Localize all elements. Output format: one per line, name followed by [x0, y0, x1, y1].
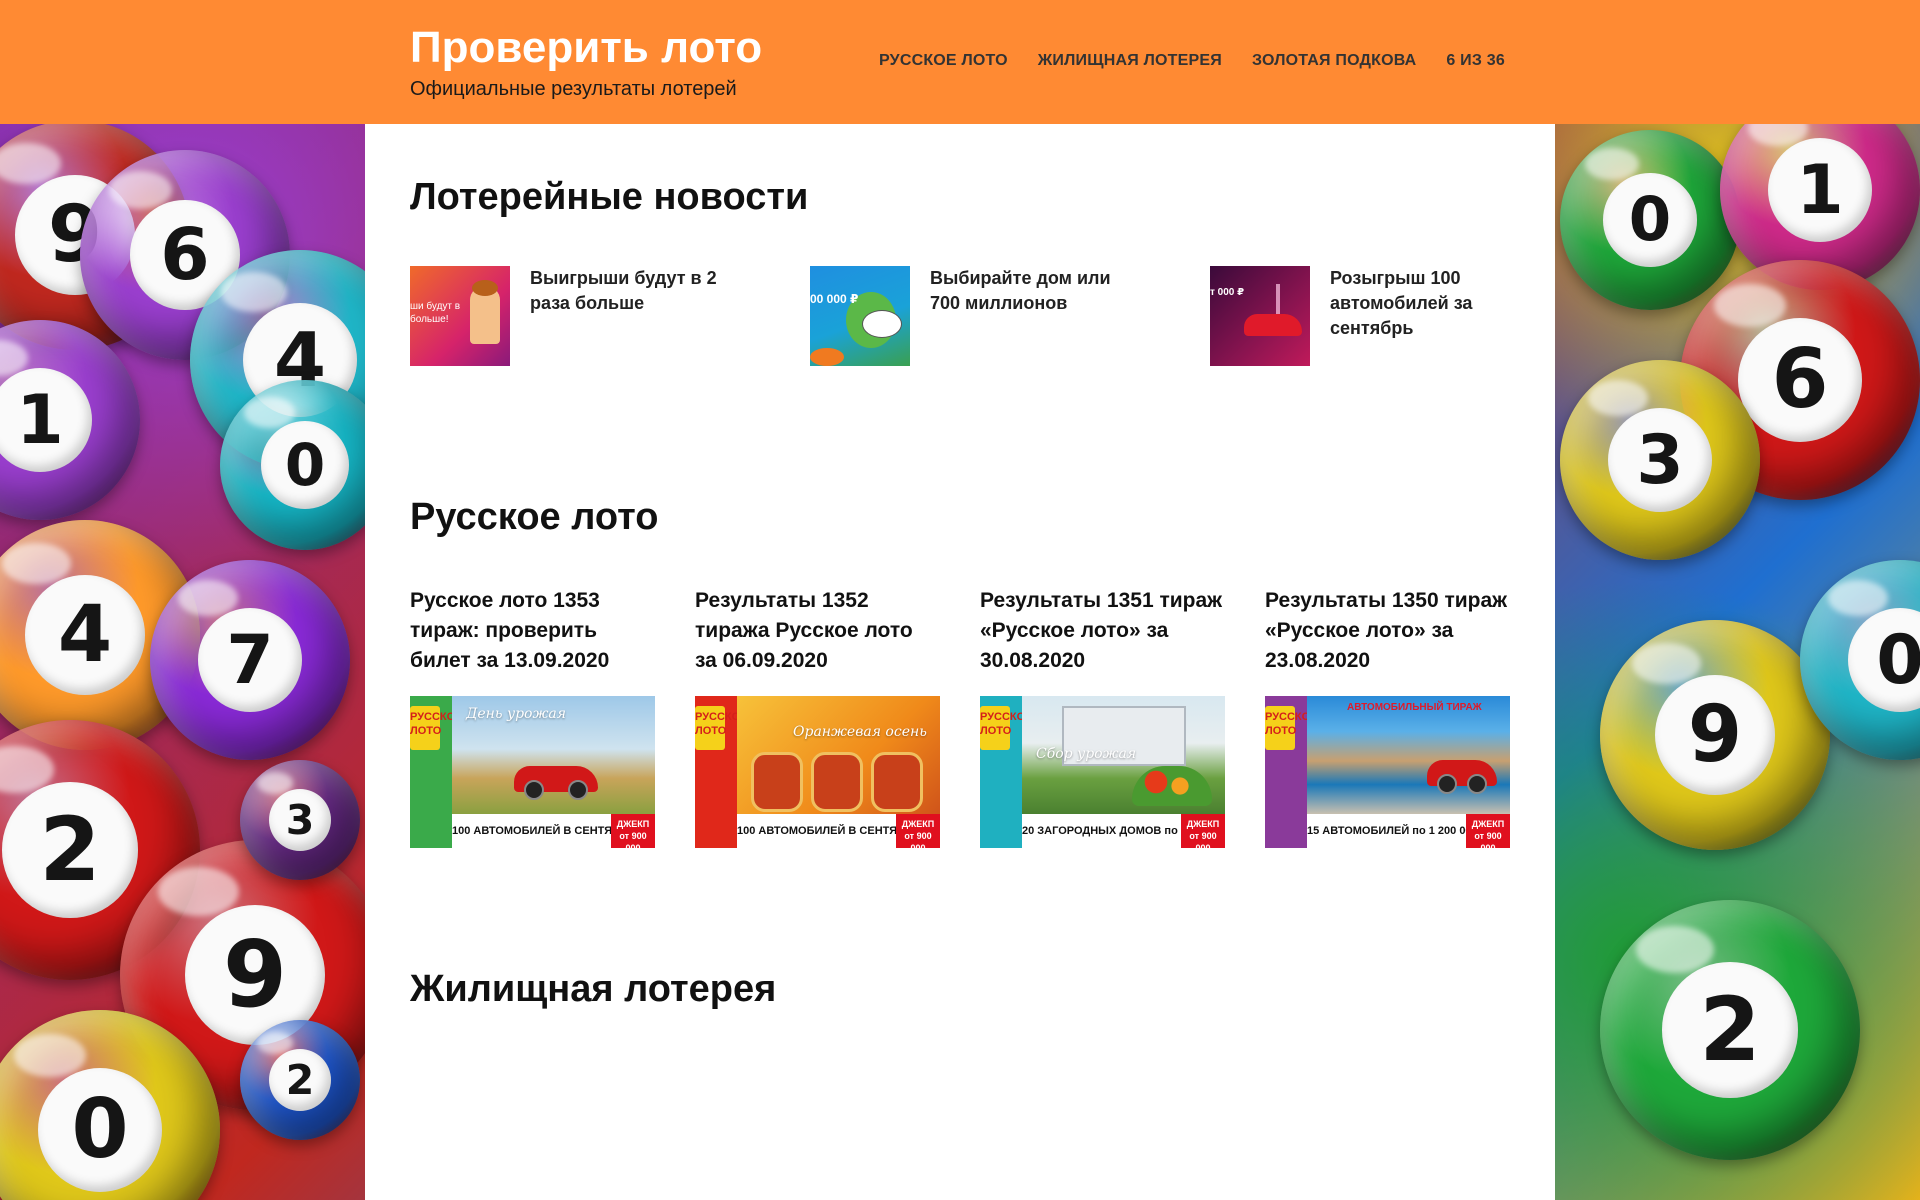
nav-item-zolotaya-podkova[interactable]: ЗОЛОТАЯ ПОДКОВА: [1252, 52, 1416, 70]
lottery-ball: 3: [240, 760, 360, 880]
russkoe-loto-heading: Русское лото: [410, 496, 659, 538]
result-card-banner[interactable]: РУССКОЕ ЛОТО День урожая 100 АВТОМОБИЛЕЙ…: [410, 696, 655, 848]
banner-script-text: День урожая: [466, 706, 567, 722]
site-subtitle: Официальные результаты лотерей: [410, 78, 737, 100]
results-cards: Русское лото 1353 тираж: проверить билет…: [410, 586, 1510, 848]
news-thumbnail-text: 00 000 ₽: [810, 292, 859, 306]
result-card[interactable]: Русское лото 1353 тираж: проверить билет…: [410, 586, 655, 848]
result-card[interactable]: Результаты 1352 тиража Русское лото за 0…: [695, 586, 940, 848]
lottery-ball: 1: [0, 320, 140, 520]
banner-script-text: Сбор урожая: [1036, 746, 1137, 762]
nav-item-6-iz-36[interactable]: 6 ИЗ 36: [1446, 52, 1505, 70]
site-title[interactable]: Проверить лото: [410, 22, 762, 74]
news-item[interactable]: ши будут в больше! Выигрыши будут в 2 ра…: [410, 266, 810, 366]
lottery-ball: 2: [1600, 900, 1860, 1160]
brand[interactable]: Проверить лото Официальные результаты ло…: [410, 22, 762, 101]
russkoe-loto-logo: РУССКОЕ ЛОТО: [980, 706, 1033, 750]
lottery-ball: 2: [240, 1020, 360, 1140]
news-thumbnail[interactable]: ши будут в больше!: [410, 266, 510, 366]
banner-caption: 15 АВТОМОБИЛЕЙ по 1 200 000 руб.: [1307, 814, 1466, 848]
lottery-ball: 3: [1560, 360, 1760, 560]
news-list: ши будут в больше! Выигрыши будут в 2 ра…: [410, 266, 1610, 366]
news-title[interactable]: Розыгрыш 100 автомобилей за сентябрь: [1330, 266, 1520, 366]
news-title[interactable]: Выбирайте дом или 700 миллионов: [930, 266, 1120, 366]
lottery-ball: 7: [150, 560, 350, 760]
russkoe-loto-logo: РУССКОЕ ЛОТО: [1265, 706, 1318, 750]
nav-item-zhilishchnaya[interactable]: ЖИЛИЩНАЯ ЛОТЕРЕЯ: [1038, 52, 1222, 70]
russkoe-loto-logo: РУССКОЕ ЛОТО: [410, 706, 463, 750]
result-card-banner[interactable]: РУССКОЕ ЛОТО Сбор урожая 20 ЗАГОРОДНЫХ Д…: [980, 696, 1225, 848]
result-card-title[interactable]: Русское лото 1353 тираж: проверить билет…: [410, 586, 655, 676]
banner-script-text: Оранжевая осень: [793, 724, 927, 740]
result-card-title[interactable]: Результаты 1351 тираж «Русское лото» за …: [980, 586, 1225, 676]
nav-item-russkoe-loto[interactable]: РУССКОЕ ЛОТО: [879, 52, 1008, 70]
result-card-banner[interactable]: РУССКОЕ ЛОТО АВТОМОБИЛЬНЫЙ ТИРАЖ 15 АВТО…: [1265, 696, 1510, 848]
news-thumbnail-text: т 000 ₽: [1210, 287, 1245, 298]
banner-caption: 100 АВТОМОБИЛЕЙ В СЕНТЯБРЕ: [737, 814, 896, 848]
site-header: Проверить лото Официальные результаты ло…: [0, 0, 1920, 124]
main-content: Лотерейные новости ши будут в больше! Вы…: [365, 124, 1555, 1200]
result-card[interactable]: Результаты 1351 тираж «Русское лото» за …: [980, 586, 1225, 848]
news-item[interactable]: т 000 ₽ Розыгрыш 100 автомобилей за сент…: [1210, 266, 1610, 366]
result-card-title[interactable]: Результаты 1350 тираж «Русское лото» за …: [1265, 586, 1510, 676]
lottery-ball: 9: [1600, 620, 1830, 850]
russkoe-loto-logo: РУССКОЕ ЛОТО: [695, 706, 748, 750]
result-card[interactable]: Результаты 1350 тираж «Русское лото» за …: [1265, 586, 1510, 848]
result-card-title[interactable]: Результаты 1352 тиража Русское лото за 0…: [695, 586, 940, 676]
news-heading: Лотерейные новости: [410, 176, 809, 218]
result-card-banner[interactable]: РУССКОЕ ЛОТО Оранжевая осень 100 АВТОМОБ…: [695, 696, 940, 848]
banner-jackpot: ДЖЕКП от 900 000: [896, 814, 940, 848]
news-item[interactable]: 00 000 ₽ Выбирайте дом или 700 миллионов: [810, 266, 1210, 366]
banner-jackpot: ДЖЕКП от 900 000: [611, 814, 655, 848]
news-title[interactable]: Выигрыши будут в 2 раза больше: [530, 266, 720, 366]
banner-caption: 100 АВТОМОБИЛЕЙ В СЕНТЯБРЕ: [452, 814, 611, 848]
banner-jackpot: ДЖЕКП от 900 000: [1181, 814, 1225, 848]
news-thumbnail[interactable]: 00 000 ₽: [810, 266, 910, 366]
zhilishchnaya-heading: Жилищная лотерея: [410, 968, 777, 1010]
main-nav: РУССКОЕ ЛОТО ЖИЛИЩНАЯ ЛОТЕРЕЯ ЗОЛОТАЯ ПО…: [879, 52, 1505, 70]
news-thumbnail[interactable]: т 000 ₽: [1210, 266, 1310, 366]
banner-caption: 20 ЗАГОРОДНЫХ ДОМОВ по 1 000 000 руб.: [1022, 814, 1181, 848]
banner-script-text: АВТОМОБИЛЬНЫЙ ТИРАЖ: [1347, 702, 1482, 713]
banner-jackpot: ДЖЕКП от 900 000: [1466, 814, 1510, 848]
news-thumbnail-text: ши будут в больше!: [410, 301, 461, 325]
